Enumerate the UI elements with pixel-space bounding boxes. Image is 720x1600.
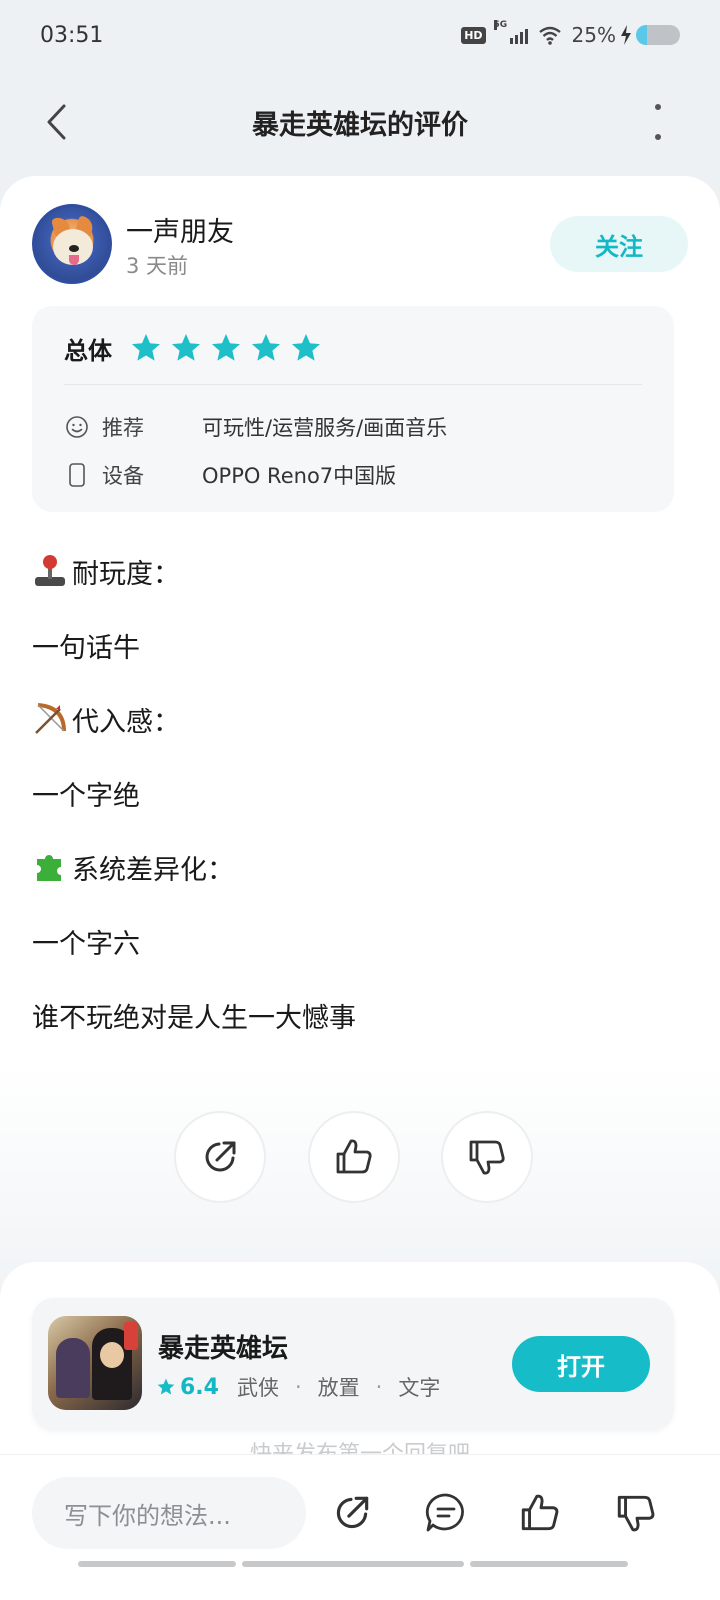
review-paragraph: 系统差异化： [32, 830, 688, 904]
thumbs-down-icon [469, 1140, 505, 1175]
top-nav: 暴走英雄坛的评价 [0, 80, 720, 164]
paragraph-text: 耐玩度： [72, 558, 180, 590]
recommend-label: 推荐 [102, 416, 144, 440]
paragraph-text: 谁不玩绝对是人生一大憾事 [32, 1002, 356, 1034]
puzzle-icon [37, 855, 61, 881]
smiley-icon [64, 414, 90, 440]
star-icon [132, 334, 160, 361]
share-button[interactable] [174, 1111, 266, 1203]
paragraph-text: 代入感： [72, 706, 180, 738]
status-bar: 03:51 HD 5G 25% [0, 0, 720, 70]
back-button[interactable] [36, 100, 76, 144]
app-score: 6.4 [180, 1374, 219, 1400]
status-icons: HD 5G 25% [461, 20, 680, 47]
review-paragraph: 谁不玩绝对是人生一大憾事 [32, 978, 688, 1052]
thumbs-down-icon [617, 1495, 655, 1532]
status-time: 03:51 [40, 22, 104, 48]
author-name[interactable]: 一声朋友 [126, 210, 234, 249]
home-indicator [78, 1561, 236, 1567]
review-actions [0, 1111, 720, 1207]
share-bottom-button[interactable] [326, 1487, 378, 1539]
device-value: OPPO Reno7中国版 [202, 464, 397, 488]
review-paragraph: 耐玩度： [32, 534, 688, 608]
comment-input[interactable]: 写下你的想法... [32, 1477, 306, 1549]
thumbs-up-icon [521, 1494, 559, 1531]
review-paragraph: 代入感： [32, 682, 688, 756]
star-icon [172, 334, 200, 361]
wifi-icon [538, 26, 561, 45]
separator-dot: · [294, 1375, 302, 1399]
app-tag: 武侠 [236, 1376, 279, 1400]
home-indicator [470, 1561, 628, 1567]
battery-level [636, 25, 647, 45]
app-card[interactable]: 暴走英雄坛 6.4 武侠 · 放置 · 文字 打开 [32, 1298, 674, 1430]
chevron-left-icon [47, 104, 66, 140]
review-card: 一声朋友 3 天前 关注 总体 推荐 可玩性/运营服务/画面音乐 设备 OPPO… [0, 176, 720, 1286]
like-bottom-button[interactable] [514, 1487, 566, 1539]
device-label: 设备 [102, 464, 144, 488]
more-menu-button[interactable] [648, 104, 668, 140]
app-name: 暴走英雄坛 [158, 1334, 289, 1364]
charging-icon [621, 25, 631, 45]
rating-summary: 总体 推荐 可玩性/运营服务/画面音乐 设备 OPPO Reno7中国版 [32, 306, 674, 512]
separator-dot: · [375, 1375, 383, 1399]
comment-icon [425, 1493, 464, 1532]
author-row: 一声朋友 3 天前 关注 [32, 204, 688, 284]
review-text: 耐玩度： 一句话牛 代入感： 一个字绝 系统差异化： 一个字六 谁不玩绝对是人生… [32, 534, 688, 1052]
recommend-value: 可玩性/运营服务/画面音乐 [202, 416, 448, 440]
battery-icon [636, 25, 680, 45]
signal-icon: 5G [493, 20, 528, 44]
bow-arrow-icon [35, 703, 66, 734]
thumbs-up-icon [336, 1139, 372, 1174]
review-paragraph: 一句话牛 [32, 608, 688, 682]
page-title: 暴走英雄坛的评价 [252, 109, 468, 141]
divider [64, 384, 642, 385]
more-dot-icon [655, 104, 661, 110]
star-icon [252, 334, 280, 361]
follow-button[interactable]: 关注 [550, 216, 688, 272]
paragraph-text: 一个字绝 [32, 780, 140, 812]
dislike-bottom-button[interactable] [610, 1487, 662, 1539]
overall-rating: 总体 [64, 328, 322, 368]
paragraph-text: 一个字六 [32, 928, 140, 960]
more-dot-icon [655, 134, 661, 140]
like-button[interactable] [308, 1111, 400, 1203]
app-meta: 6.4 武侠 · 放置 · 文字 [156, 1372, 440, 1402]
device-row: 设备 OPPO Reno7中国版 [64, 458, 396, 492]
review-time: 3 天前 [126, 254, 189, 278]
hd-badge: HD [461, 26, 486, 44]
comment-button[interactable] [420, 1487, 472, 1539]
joystick-icon [35, 555, 65, 586]
star-icon [157, 1378, 175, 1395]
share-icon [336, 1496, 369, 1529]
avatar[interactable] [32, 204, 112, 284]
phone-icon [64, 462, 90, 488]
paragraph-text: 系统差异化： [72, 854, 234, 886]
share-icon [205, 1141, 236, 1172]
star-icon [212, 334, 240, 361]
dislike-button[interactable] [441, 1111, 533, 1203]
overall-label: 总体 [64, 336, 112, 365]
review-paragraph: 一个字绝 [32, 756, 688, 830]
open-app-button[interactable]: 打开 [512, 1336, 650, 1392]
paragraph-text: 一句话牛 [32, 632, 140, 664]
battery-percent: 25% [571, 23, 616, 47]
review-paragraph: 一个字六 [32, 904, 688, 978]
star-icon [292, 334, 320, 361]
recommend-row: 推荐 可玩性/运营服务/画面音乐 [64, 410, 447, 444]
app-tag: 放置 [317, 1376, 360, 1400]
app-tag: 文字 [398, 1376, 441, 1400]
bottom-bar: 写下你的想法... [0, 1454, 720, 1600]
star-rating [130, 332, 322, 364]
home-indicator [242, 1561, 464, 1567]
app-icon[interactable] [48, 1316, 142, 1410]
network-type: 5G [493, 20, 508, 30]
battery: 25% [572, 23, 680, 47]
